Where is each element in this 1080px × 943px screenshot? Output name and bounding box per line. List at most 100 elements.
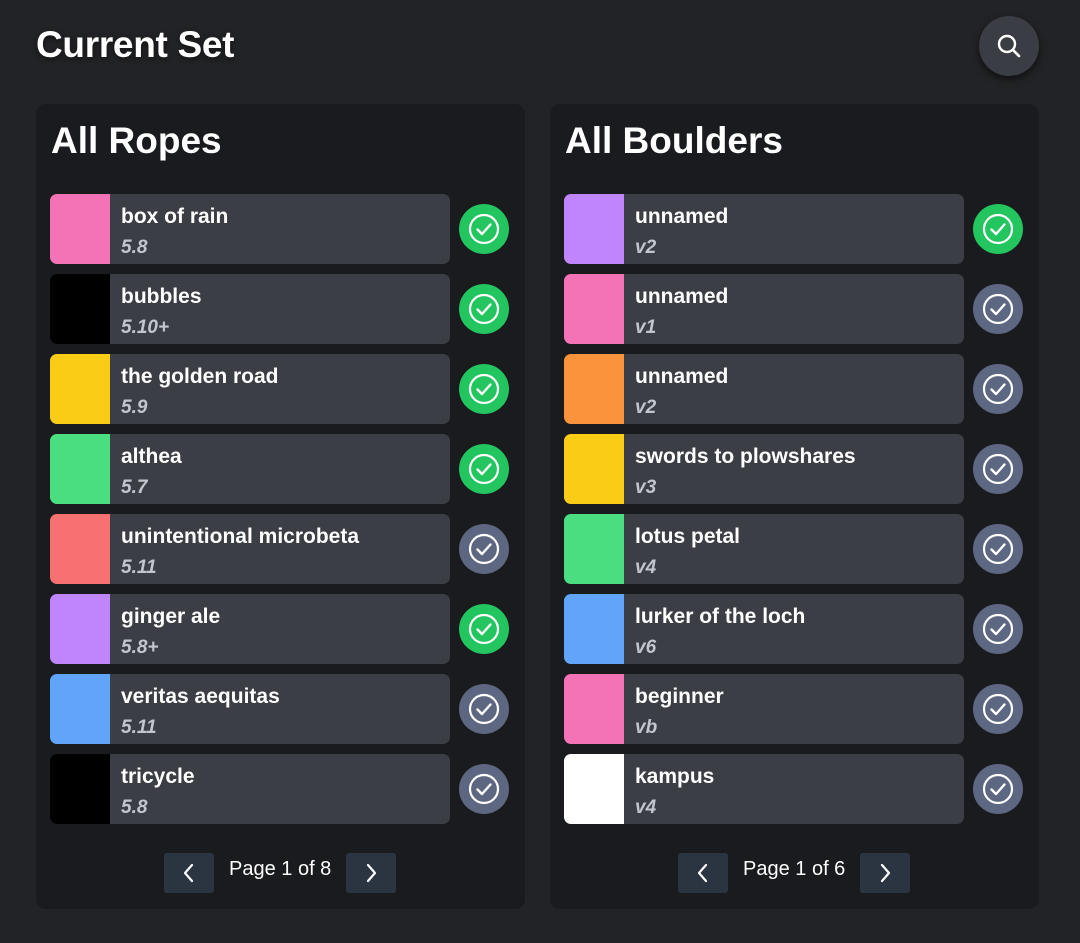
ropes-prev-page-button[interactable] [164,853,214,893]
chevron-right-icon [880,863,891,883]
check-circle-icon [982,453,1014,485]
check-circle-icon [982,373,1014,405]
hold-color-swatch [50,594,110,664]
sent-toggle-button[interactable] [973,764,1023,814]
chevron-left-icon [183,863,194,883]
check-circle-icon [468,213,500,245]
check-circle-icon [468,693,500,725]
route-name: the golden road [121,365,279,388]
hold-color-swatch [50,514,110,584]
route-card[interactable]: the golden road 5.9 [50,354,450,424]
current-set-page: Current Set All Ropes box of rain 5.8 bubb… [0,0,1080,943]
ropes-page-label: Page 1 of 8 [229,858,332,880]
sent-toggle-button[interactable] [459,684,509,734]
route-name: ginger ale [121,605,221,628]
route-card[interactable]: lurker of the loch v6 [564,594,964,664]
boulders-page-label: Page 1 of 6 [743,858,846,880]
sent-toggle-button[interactable] [973,444,1023,494]
boulders-prev-page-button[interactable] [678,853,728,893]
route-card[interactable]: bubbles 5.10+ [50,274,450,344]
route-name: box of rain [121,205,229,228]
hold-color-swatch [50,754,110,824]
route-card[interactable]: tricycle 5.8 [50,754,450,824]
hold-color-swatch [564,514,624,584]
chevron-right-icon [366,863,377,883]
route-grade: 5.9 [121,397,148,418]
hold-color-swatch [564,274,624,344]
route-card[interactable]: beginner vb [564,674,964,744]
route-name: althea [121,445,182,468]
route-grade: v2 [635,237,657,258]
sent-toggle-button[interactable] [459,204,509,254]
chevron-left-icon [697,863,708,883]
boulders-pagination: Page 1 of 6 [550,853,1039,893]
ropes-pagination: Page 1 of 8 [36,853,525,893]
route-card[interactable]: lotus petal v4 [564,514,964,584]
route-name: unnamed [635,205,729,228]
hold-color-swatch [50,274,110,344]
list-item: unnamed v2 [564,354,1024,424]
sent-toggle-button[interactable] [973,684,1023,734]
list-item: unnamed v1 [564,274,1024,344]
route-grade: v1 [635,317,657,338]
ropes-list: box of rain 5.8 bubbles 5.10+ the golden roa… [50,194,510,834]
route-name: lotus petal [635,525,741,548]
sent-toggle-button[interactable] [459,764,509,814]
check-circle-icon [982,533,1014,565]
list-item: box of rain 5.8 [50,194,510,264]
route-card[interactable]: ginger ale 5.8+ [50,594,450,664]
route-name: veritas aequitas [121,685,280,708]
check-circle-icon [468,613,500,645]
hold-color-swatch [564,434,624,504]
route-name: unintentional microbeta [121,525,360,548]
sent-toggle-button[interactable] [973,524,1023,574]
route-card[interactable]: althea 5.7 [50,434,450,504]
check-circle-icon [982,613,1014,645]
route-card[interactable]: unnamed v2 [564,194,964,264]
hold-color-swatch [50,674,110,744]
check-circle-icon [468,533,500,565]
list-item: unintentional microbeta 5.11 [50,514,510,584]
sent-toggle-button[interactable] [973,204,1023,254]
boulders-panel-title: All Boulders [565,120,783,161]
sent-toggle-button[interactable] [973,284,1023,334]
route-name: lurker of the loch [635,605,806,628]
ropes-panel: All Ropes box of rain 5.8 bubbles 5.10+ the … [36,104,525,909]
list-item: unnamed v2 [564,194,1024,264]
check-circle-icon [982,773,1014,805]
route-grade: 5.8 [121,237,148,258]
check-circle-icon [468,373,500,405]
route-name: beginner [635,685,724,708]
check-circle-icon [468,453,500,485]
route-card[interactable]: unnamed v1 [564,274,964,344]
sent-toggle-button[interactable] [459,444,509,494]
route-card[interactable]: unintentional microbeta 5.11 [50,514,450,584]
check-circle-icon [982,213,1014,245]
hold-color-swatch [50,434,110,504]
list-item: the golden road 5.9 [50,354,510,424]
route-grade: v2 [635,397,657,418]
sent-toggle-button[interactable] [459,604,509,654]
sent-toggle-button[interactable] [459,364,509,414]
ropes-next-page-button[interactable] [346,853,396,893]
sent-toggle-button[interactable] [459,524,509,574]
search-button[interactable] [979,16,1039,76]
sent-toggle-button[interactable] [459,284,509,334]
route-grade: 5.8 [121,797,148,818]
route-card[interactable]: swords to plowshares v3 [564,434,964,504]
route-card[interactable]: veritas aequitas 5.11 [50,674,450,744]
page-title: Current Set [36,24,235,65]
route-grade: 5.11 [121,717,157,738]
route-card[interactable]: unnamed v2 [564,354,964,424]
sent-toggle-button[interactable] [973,604,1023,654]
route-card[interactable]: kampus v4 [564,754,964,824]
boulders-next-page-button[interactable] [860,853,910,893]
boulders-list: unnamed v2 unnamed v1 unnamed v2 swords to plo… [564,194,1024,834]
sent-toggle-button[interactable] [973,364,1023,414]
list-item: ginger ale 5.8+ [50,594,510,664]
route-grade: 5.8+ [121,637,159,658]
hold-color-swatch [564,194,624,264]
route-card[interactable]: box of rain 5.8 [50,194,450,264]
route-grade: 5.7 [121,477,148,498]
route-grade: vb [635,717,658,738]
